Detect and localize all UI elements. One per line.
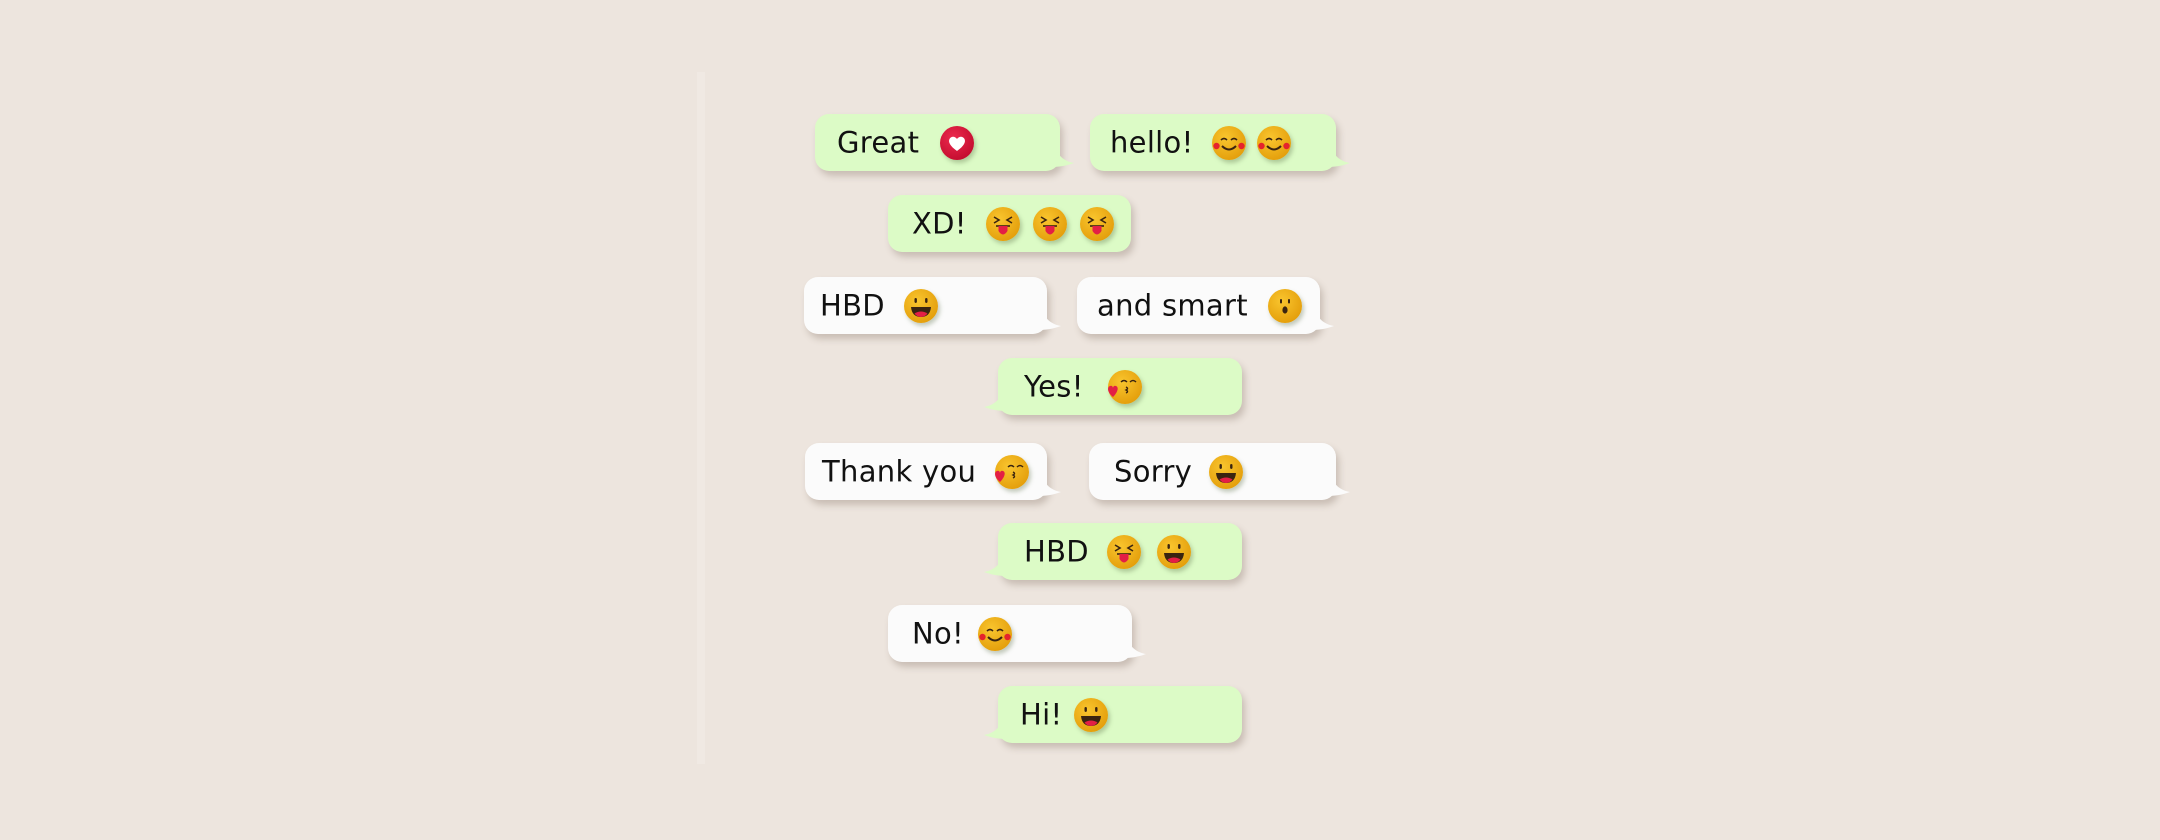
divider-stripe [697,72,705,764]
message-bubble[interactable]: and smart [1077,277,1334,334]
grinning-face-icon [1157,535,1191,569]
message-text: HBD [1024,533,1089,568]
message-bubble[interactable]: Yes! [984,358,1242,415]
message-bubble[interactable]: Thank you [805,443,1061,500]
message-bubble[interactable]: XD! [888,195,1131,252]
heart-icon [940,126,974,160]
message-text: Yes! [1024,368,1084,403]
bubble-tail [1039,470,1061,496]
message-bubble[interactable]: Hi! [984,686,1242,743]
kissing-face-icon [1108,370,1142,404]
blushing-smile-icon [978,617,1012,651]
squinting-tongue-icon [1033,207,1067,241]
bubble-tail [1052,141,1074,167]
message-bubble[interactable]: HBD [984,523,1242,580]
squinting-tongue-icon [1107,535,1141,569]
bubble-tail [984,385,1006,411]
kissing-face-icon [995,455,1029,489]
message-bubble[interactable]: HBD [804,277,1061,334]
grinning-face-icon [1074,698,1108,732]
squinting-tongue-icon [1080,207,1114,241]
blushing-smile-icon [1257,126,1291,160]
bubble-tail [1312,304,1334,330]
message-bubble[interactable]: hello! [1090,114,1350,171]
message-bubble[interactable]: Great [815,114,1074,171]
message-text: Sorry [1114,453,1193,488]
message-bubble[interactable]: Sorry [1089,443,1350,500]
grinning-face-icon [1209,455,1243,489]
bubble-tail [1039,304,1061,330]
bubble-tail [984,550,1006,576]
bubble-tail [984,713,1006,739]
grinning-face-icon [904,289,938,323]
message-text: Hi! [1020,696,1063,731]
bubble-tail [1124,632,1146,658]
bubble-tail [1328,141,1350,167]
surprised-face-icon [1268,289,1302,323]
message-bubble[interactable]: No! [888,605,1146,662]
squinting-tongue-icon [986,207,1020,241]
message-text: HBD [820,287,885,322]
blushing-smile-icon [1212,126,1246,160]
message-text: Thank you [822,453,977,488]
message-text: and smart [1097,287,1248,322]
message-text: hello! [1110,124,1194,159]
message-text: XD! [912,205,967,240]
message-text: No! [912,615,964,650]
message-text: Great [837,124,920,159]
bubble-tail [1328,470,1350,496]
